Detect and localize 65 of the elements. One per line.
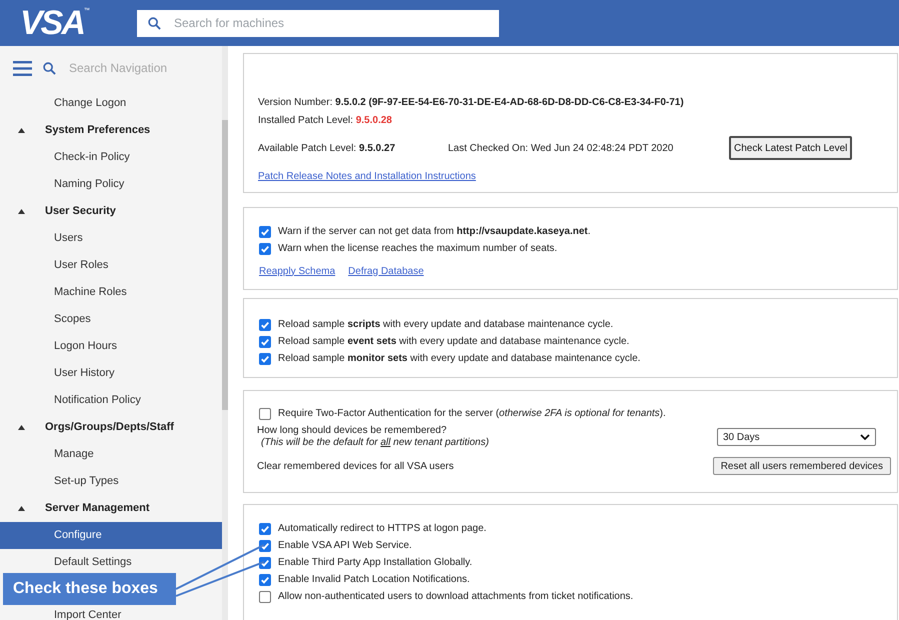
checkbox[interactable] bbox=[259, 242, 271, 254]
nav-section[interactable]: System Preferences bbox=[0, 117, 222, 144]
last-checked: Last Checked On: Wed Jun 24 02:48:24 PDT 2020 bbox=[448, 142, 674, 156]
link[interactable]: Reapply Schema bbox=[259, 264, 336, 278]
triangle-icon bbox=[18, 209, 25, 214]
remember-note: (This will be the default for all new tenant partitions) bbox=[260, 437, 489, 449]
option-label: Automatically redirect to HTTPS at logon page. bbox=[278, 522, 486, 536]
option-label: Enable Invalid Patch Location Notifications. bbox=[278, 573, 470, 587]
link[interactable]: Defrag Database bbox=[348, 264, 424, 278]
option-label: Reload sample event sets with every update and database maintenance cycle. bbox=[278, 335, 630, 349]
search-field[interactable]: Search for machines bbox=[137, 10, 499, 36]
nav-item[interactable]: Scopes bbox=[0, 306, 222, 333]
checkbox[interactable] bbox=[259, 540, 271, 552]
nav-item[interactable]: Logon Hours bbox=[0, 333, 222, 360]
logo-text: VSA bbox=[20, 6, 84, 40]
triangle-icon bbox=[18, 425, 25, 430]
reset-devices-button[interactable]: Reset all users remembered devices bbox=[712, 457, 891, 475]
nav-section[interactable]: User Security bbox=[0, 198, 222, 225]
nav-item[interactable]: Check-in Policy bbox=[0, 144, 222, 171]
nav-item[interactable]: Machine Roles bbox=[0, 279, 222, 306]
checkbox[interactable] bbox=[259, 574, 271, 586]
clear-devices-label: Clear remembered devices for all VSA users bbox=[257, 460, 454, 474]
available-patch-level: Available Patch Level: 9.5.0.27 bbox=[258, 142, 396, 156]
nav-item[interactable]: Notification Policy bbox=[0, 387, 222, 414]
triangle-icon bbox=[18, 506, 25, 511]
checkbox[interactable] bbox=[259, 318, 271, 330]
remember-label: How long should devices be remembered? bbox=[257, 425, 448, 437]
search-icon[interactable] bbox=[43, 62, 56, 74]
nav-item[interactable]: Naming Policy bbox=[0, 171, 222, 198]
nav-item[interactable]: Change Logon bbox=[0, 90, 222, 117]
option-label: Reload sample monitor sets with every update and database maintenance cycle. bbox=[278, 352, 640, 366]
checkbox[interactable] bbox=[259, 352, 271, 364]
nav-item[interactable]: Configure bbox=[0, 522, 222, 549]
checkbox[interactable] bbox=[259, 556, 271, 568]
option-label: Warn if the server can not get data from http://vsaupdate.kaseya.net. bbox=[278, 225, 591, 239]
option-label: Enable Third Party App Installation Globally. bbox=[278, 556, 472, 570]
option-label: Allow non-authenticated users to download attachments from ticket notifications. bbox=[278, 590, 634, 604]
scrollbar[interactable] bbox=[222, 46, 228, 620]
checkbox[interactable] bbox=[259, 226, 271, 238]
option-label: Reload sample scripts with every update and database maintenance cycle. bbox=[278, 318, 614, 332]
nav-item[interactable]: Default Settings bbox=[0, 549, 222, 576]
checkbox[interactable] bbox=[259, 522, 271, 534]
nav-item[interactable]: Set-up Types bbox=[0, 468, 222, 495]
nav-section[interactable]: Server Management bbox=[0, 495, 222, 522]
version-number: Version Number: 9.5.0.2 (9F-97-EE-54-E6-70-31-DE-E4-AD-68-6D-D8-DD-C6-C8-E3-34-F0-71) bbox=[258, 96, 684, 110]
nav-section[interactable]: Orgs/Groups/Depts/Staff bbox=[0, 414, 222, 441]
callout: Check these boxes bbox=[3, 573, 176, 605]
triangle-icon bbox=[18, 128, 25, 133]
checkbox[interactable] bbox=[259, 590, 271, 602]
notes-link[interactable]: Patch Release Notes and Installation Instructions bbox=[258, 168, 476, 184]
option-label: Require Two-Factor Authentication for the server (otherwise 2FA is optional for tenants). bbox=[278, 407, 666, 421]
check-patch-button[interactable]: Check Latest Patch Level bbox=[729, 136, 852, 160]
installed-patch-level: Installed Patch Level: 9.5.0.28 bbox=[258, 114, 392, 128]
nav-item[interactable]: Users bbox=[0, 225, 222, 252]
option-label: Warn when the license reaches the maximum number of seats. bbox=[278, 242, 558, 256]
chevron-icon bbox=[860, 434, 870, 440]
nav-item[interactable]: User History bbox=[0, 360, 222, 387]
checkbox[interactable] bbox=[259, 408, 271, 420]
checkbox[interactable] bbox=[259, 336, 271, 348]
nav-item[interactable]: User Roles bbox=[0, 252, 222, 279]
option-label: Enable VSA API Web Service. bbox=[278, 539, 412, 553]
search-icon bbox=[148, 16, 161, 30]
menu-icon[interactable] bbox=[13, 60, 32, 76]
nav-item[interactable]: Manage bbox=[0, 441, 222, 468]
dropdown[interactable]: 30 Days bbox=[717, 428, 876, 446]
